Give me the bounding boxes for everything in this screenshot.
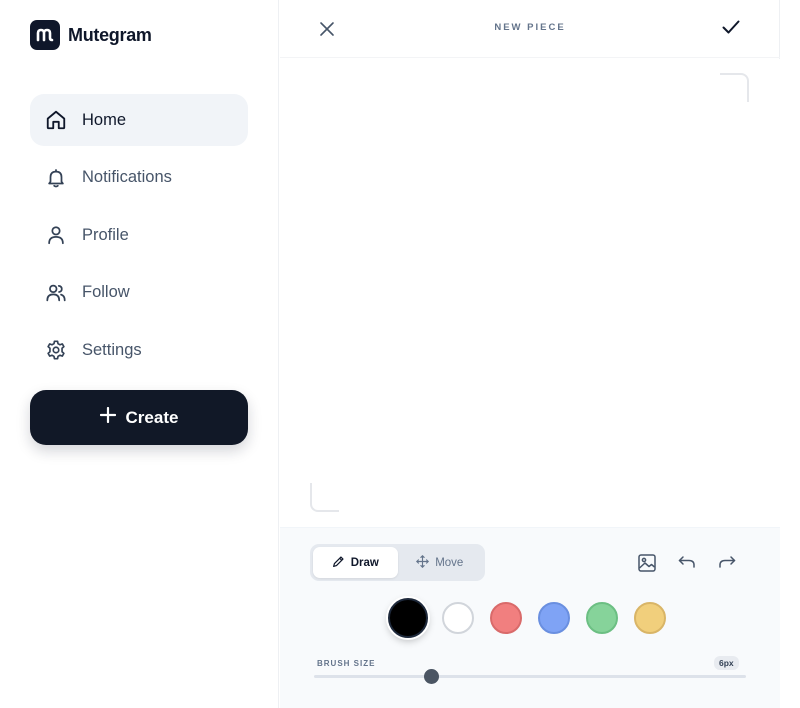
draw-mode-button[interactable]: Draw xyxy=(313,547,398,578)
color-swatch-white[interactable] xyxy=(442,602,474,634)
editor-title: NEW PIECE xyxy=(494,22,566,33)
sidebar-item-label: Settings xyxy=(82,340,142,359)
pencil-icon xyxy=(332,555,345,571)
sidebar-item-home[interactable]: Home xyxy=(30,94,248,146)
drawing-toolbar: Draw Move BRUSH SIZE 6px xyxy=(280,527,780,708)
canvas-corner-marker xyxy=(310,483,339,512)
user-icon xyxy=(44,223,68,247)
color-swatch-yellow[interactable] xyxy=(634,602,666,634)
bell-icon xyxy=(44,166,68,190)
create-button[interactable]: Create xyxy=(30,390,248,445)
undo-icon[interactable] xyxy=(676,552,698,574)
sidebar-item-label: Notifications xyxy=(82,168,172,186)
sidebar-item-label: Follow xyxy=(82,283,130,301)
gear-icon xyxy=(44,338,68,362)
brush-size-value: 6px xyxy=(714,656,739,670)
sidebar: Mutegram Home Notifications Profile Foll… xyxy=(0,0,279,708)
editor-header: NEW PIECE xyxy=(280,0,780,58)
color-palette xyxy=(388,598,668,638)
editor-panel: NEW PIECE Draw Move BRUSH SIZE 6px xyxy=(280,0,780,708)
plus-icon xyxy=(99,406,116,428)
check-icon[interactable] xyxy=(720,16,742,38)
sidebar-nav: Home Notifications Profile Follow Settin… xyxy=(30,94,248,382)
image-icon[interactable] xyxy=(636,552,658,574)
move-mode-button[interactable]: Move xyxy=(398,547,483,578)
color-swatch-red[interactable] xyxy=(490,602,522,634)
home-icon xyxy=(44,108,68,132)
sidebar-item-profile[interactable]: Profile xyxy=(30,209,248,261)
sidebar-item-follow[interactable]: Follow xyxy=(30,267,248,319)
sidebar-item-label: Profile xyxy=(82,225,129,244)
tool-icons xyxy=(636,552,738,574)
brush-size-slider[interactable] xyxy=(314,675,746,678)
color-swatch-green[interactable] xyxy=(586,602,618,634)
brand[interactable]: Mutegram xyxy=(30,20,152,50)
brush-size-label: BRUSH SIZE xyxy=(317,659,376,668)
draw-mode-label: Draw xyxy=(350,556,379,569)
move-mode-label: Move xyxy=(435,556,464,569)
users-icon xyxy=(44,281,68,305)
color-swatch-blue[interactable] xyxy=(538,602,570,634)
sidebar-item-label: Home xyxy=(82,110,127,129)
app-name: Mutegram xyxy=(68,24,152,45)
drawing-canvas[interactable] xyxy=(280,59,780,527)
mode-toggle: Draw Move xyxy=(310,544,485,581)
create-button-label: Create xyxy=(125,407,179,427)
color-swatch-black[interactable] xyxy=(388,598,428,638)
sidebar-item-notifications[interactable]: Notifications xyxy=(30,152,248,204)
app-logo-icon xyxy=(30,20,60,50)
sidebar-item-settings[interactable]: Settings xyxy=(30,324,248,376)
brush-size-slider-thumb[interactable] xyxy=(423,669,439,684)
move-icon xyxy=(416,554,429,571)
canvas-corner-marker xyxy=(720,73,749,102)
redo-icon[interactable] xyxy=(716,552,738,574)
